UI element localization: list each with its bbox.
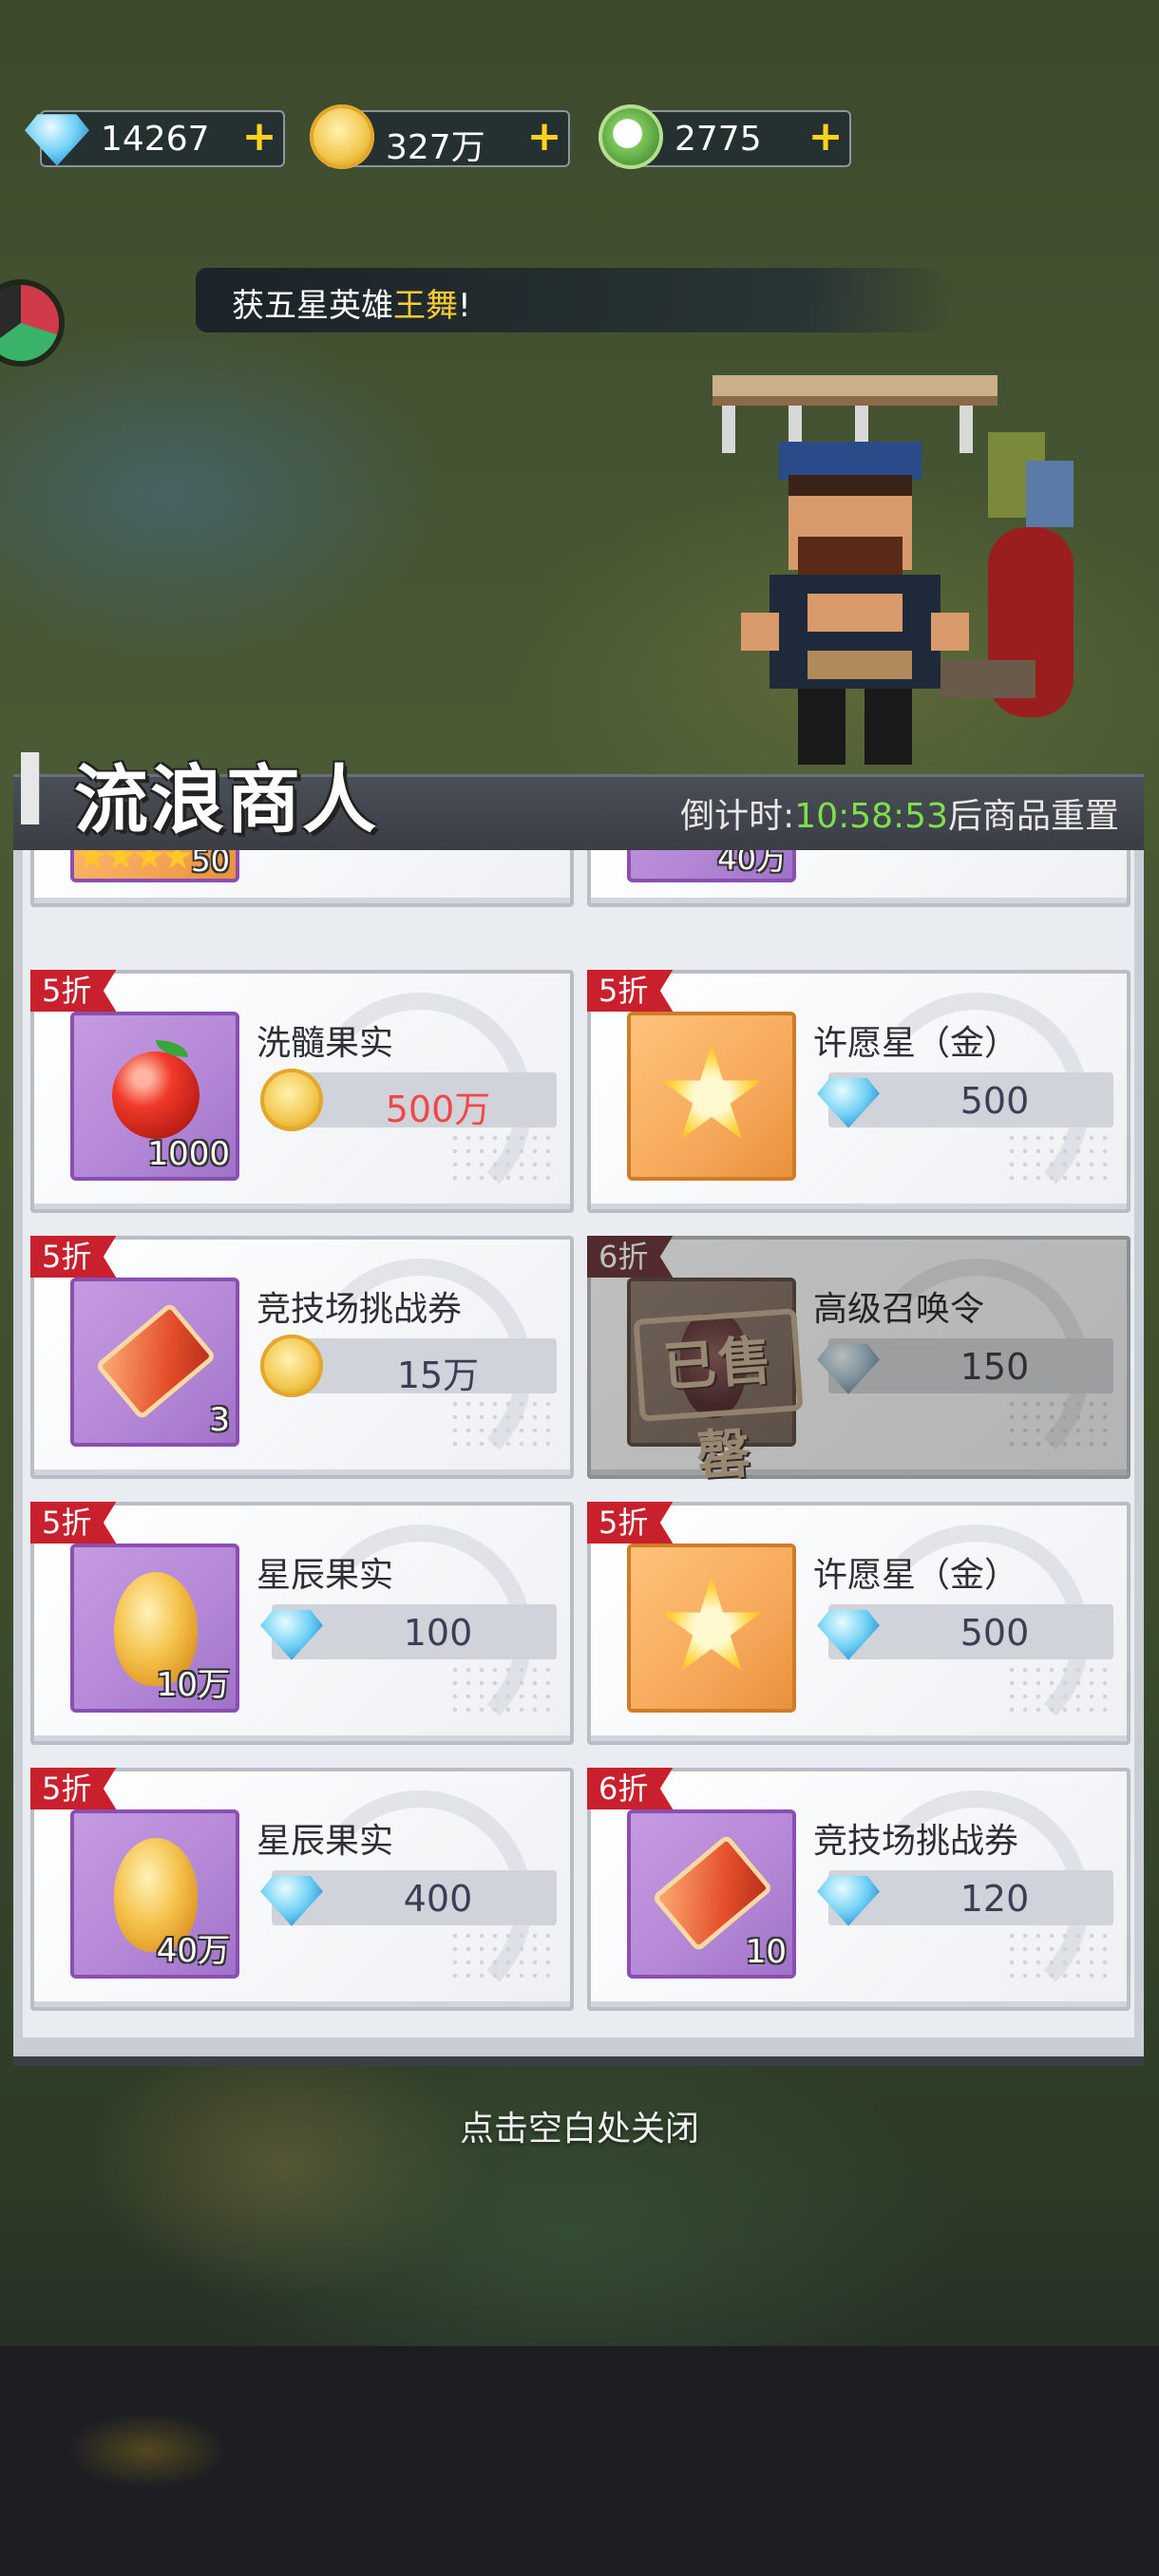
item-frame [627,1544,796,1713]
diamond-count: 14267 [101,120,210,159]
close-hint[interactable]: 点击空白处关闭 [0,2101,1159,2150]
gold-coin-icon [310,104,374,169]
shop-item-card[interactable]: 5折 10万 星辰果实 100 [30,1502,574,1749]
frog-currency: 2775 + [598,104,851,169]
discount-badge: 5折 [587,970,674,1012]
diamond-icon [817,1609,880,1660]
item-price: 150 [960,1346,1030,1388]
item-price: 100 [403,1612,473,1654]
item-name: 许愿星（金） [813,1556,1019,1595]
discount-badge: 6折 [587,1236,674,1278]
item-name: 星辰果实 [256,1556,394,1595]
item-price: 120 [960,1878,1030,1920]
shop-title: 流浪商人 [74,758,379,843]
item-count: 3 [209,1401,230,1439]
discount-badge: 5折 [30,1236,117,1278]
item-name: 高级召唤令 [813,1290,985,1329]
item-frame: 40万 [627,850,796,882]
shop-item-card[interactable]: 5折 40万 星辰果实 400 [30,1768,574,2015]
gold-count: 327万 [386,128,485,167]
shop-item-card[interactable]: 5折 1000 洗髓果实 500万 [30,970,574,1217]
gold-currency: 327万 + [310,104,570,169]
item-frame: 已售罄 [627,1278,804,1488]
shop-item-grid[interactable]: 50 40万 5折 1000 洗髓果实 500万 5折 许愿星（金） 500 5… [23,850,1134,2037]
item-frame: 1000 [70,1012,239,1181]
bottom-menu-icon [66,2413,228,2489]
diamond-icon [817,1077,880,1128]
item-name: 星辰果实 [256,1822,394,1861]
frog-token-icon [598,104,663,169]
discount-badge: 5折 [30,1502,117,1544]
item-price: 500 [960,1612,1030,1654]
wish-star-icon [661,1044,762,1140]
frog-count: 2775 [674,120,762,159]
shop-item-card-sold-out[interactable]: 6折 已售罄 高级召唤令 150 [587,1236,1130,1488]
shop-panel: 50 40万 5折 1000 洗髓果实 500万 5折 许愿星（金） 500 5… [13,850,1144,2066]
diamond-icon [260,1875,323,1926]
diamond-icon [817,1343,880,1394]
item-name: 竞技场挑战券 [813,1822,1019,1861]
shop-item-card[interactable]: 5折 许愿星（金） 500 [587,970,1130,1217]
item-name: 洗髓果实 [256,1024,394,1063]
item-price: 500 [960,1080,1030,1122]
discount-badge: 5折 [587,1502,674,1544]
price-button[interactable]: 400 [260,1870,557,1926]
item-count: 1000 [147,1135,230,1173]
item-price: 15万 [396,1354,480,1396]
item-count: 40万 [717,850,787,877]
price-button[interactable]: 500 [817,1604,1113,1660]
diamond-currency: 14267 + [25,110,285,167]
diamond-icon [260,1609,323,1660]
apple-icon [112,1051,200,1139]
shop-item-card-partial[interactable]: 50 [30,850,574,907]
item-count: 50 [191,850,230,879]
price-button: 150 [817,1338,1113,1394]
sold-out-stamp: 已售罄 [633,1308,804,1488]
add-diamond-button[interactable]: + [241,116,277,158]
shop-item-card[interactable]: 6折 10 竞技场挑战券 120 [587,1768,1130,2015]
item-frame: 10万 [70,1544,239,1713]
item-frame: 40万 [70,1809,239,1979]
announcement-marquee: 获五星英雄王舞! [196,268,956,332]
price-button[interactable]: 15万 [260,1335,557,1397]
item-name: 许愿星（金） [813,1024,1019,1063]
add-gold-button[interactable]: + [526,116,562,158]
star-rating-icon [78,850,192,875]
gold-coin-icon [260,1335,323,1397]
price-button[interactable]: 500 [817,1072,1113,1128]
reset-countdown: 倒计时:10:58:53后商品重置 [680,797,1119,836]
discount-badge: 6折 [587,1768,674,1809]
item-price: 500万 [385,1089,491,1130]
item-price: 400 [403,1878,473,1920]
price-button[interactable]: 100 [260,1604,557,1660]
item-count: 10 [745,1933,787,1971]
item-count: 40万 [156,1932,230,1970]
item-frame [627,1012,796,1181]
item-count: 10万 [156,1666,230,1704]
ticket-icon [94,1301,218,1421]
announcement-text: 获五星英雄王舞! [232,287,471,325]
shop-item-card[interactable]: 5折 3 竞技场挑战券 15万 [30,1236,574,1483]
item-frame: 10 [627,1809,796,1979]
item-frame: 50 [70,850,239,882]
price-button[interactable]: 500万 [260,1069,557,1131]
gold-coin-icon [260,1069,323,1131]
add-frog-button[interactable]: + [808,116,844,158]
shop-item-card-partial[interactable]: 40万 [587,850,1130,907]
item-frame: 3 [70,1278,239,1447]
wish-star-icon [661,1576,762,1672]
discount-badge: 5折 [30,970,117,1012]
merchant-hero-icon [712,375,1074,765]
discount-badge: 5折 [30,1768,117,1809]
diamond-icon [817,1875,880,1926]
price-button[interactable]: 120 [817,1870,1113,1926]
shop-item-card[interactable]: 5折 许愿星（金） 500 [587,1502,1130,1749]
item-name: 竞技场挑战券 [256,1290,463,1329]
